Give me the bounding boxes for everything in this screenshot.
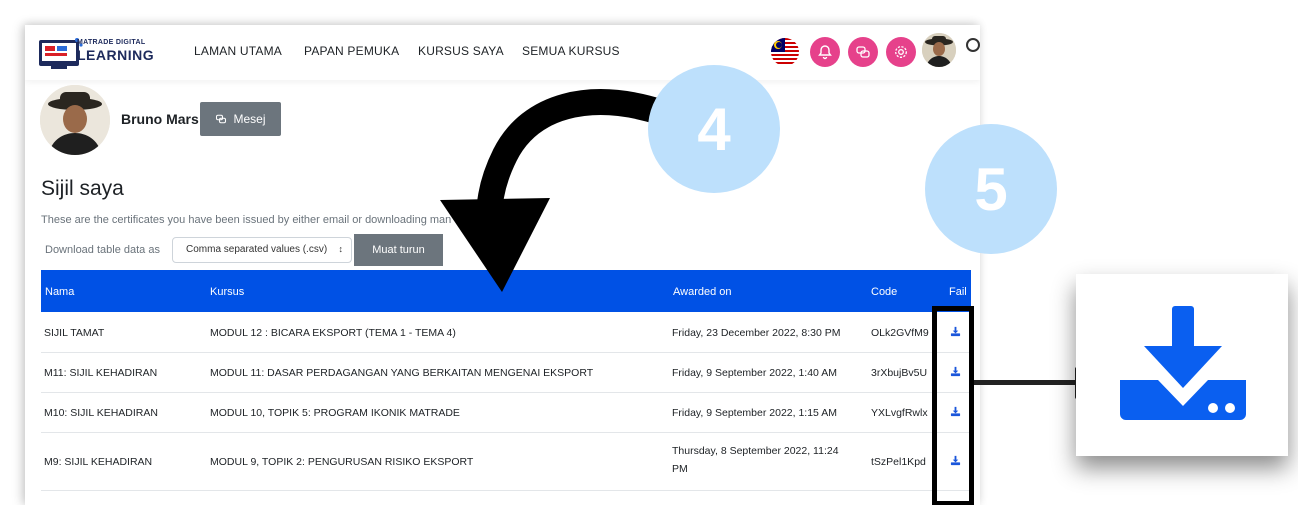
table-row: M9: SIJIL KEHADIRAN MODUL 9, TOPIK 2: PE… xyxy=(41,433,971,491)
search-icon[interactable] xyxy=(966,38,980,52)
column-header-code[interactable]: Code xyxy=(871,286,897,298)
cell-kursus[interactable]: MODUL 9, TOPIK 2: PENGURUSAN RISIKO EKSP… xyxy=(210,456,473,468)
nav-item-laman-utama[interactable]: LAMAN UTAMA xyxy=(194,44,282,58)
download-icon xyxy=(1120,306,1246,420)
column-header-awarded[interactable]: Awarded on xyxy=(673,286,732,298)
page-description: These are the certificates you have been… xyxy=(41,214,452,226)
settings-icon[interactable] xyxy=(886,37,916,67)
language-flag-icon[interactable] xyxy=(771,38,799,66)
profile-name: Bruno Mars xyxy=(121,111,199,127)
download-format-select[interactable]: Comma separated values (.csv) ↕ xyxy=(172,237,352,263)
cell-kursus[interactable]: MODUL 10, TOPIK 5: PROGRAM IKONIK MATRAD… xyxy=(210,407,460,419)
certificates-table: Nama Kursus Awarded on Code Fail SIJIL T… xyxy=(41,270,971,491)
nav-item-kursus-saya[interactable]: KURSUS SAYA xyxy=(418,44,504,58)
cell-code: OLk2GVfM9 xyxy=(871,327,929,339)
nav-item-papan-pemuka[interactable]: PAPAN PEMUKA xyxy=(304,44,399,58)
step-5-badge: 5 xyxy=(925,124,1057,254)
column-header-kursus[interactable]: Kursus xyxy=(210,286,244,298)
messages-icon[interactable] xyxy=(848,37,878,67)
profile-avatar xyxy=(40,85,110,155)
cell-awarded: Thursday, 8 September 2022, 11:24 xyxy=(672,445,839,457)
step-4-badge: 4 xyxy=(648,65,780,193)
column-header-nama[interactable]: Nama xyxy=(45,286,74,298)
cell-nama: M11: SIJIL KEHADIRAN xyxy=(44,367,158,379)
cell-code: 3rXbujBv5U xyxy=(871,367,928,379)
nav-item-semua-kursus[interactable]: SEMUA KURSUS xyxy=(522,44,620,58)
message-button[interactable]: Mesej xyxy=(200,102,281,136)
curved-arrow-icon xyxy=(440,89,673,292)
cell-awarded-wrap: PM xyxy=(672,463,688,475)
page-title: Sijil saya xyxy=(41,177,124,200)
zoomed-download-icon-card xyxy=(1076,274,1288,456)
download-label: Download table data as xyxy=(45,244,160,256)
cell-code: tSzPel1Kpd xyxy=(871,456,926,468)
cell-code: YXLvgfRwlx xyxy=(871,407,928,419)
table-row: M10: SIJIL KEHADIRAN MODUL 10, TOPIK 5: … xyxy=(41,393,971,433)
logo-wordmark: LEARNING xyxy=(77,47,155,63)
table-row: SIJIL TAMAT MODUL 12 : BICARA EKSPORT (T… xyxy=(41,312,971,353)
column-header-fail: Fail xyxy=(949,286,967,298)
cell-nama: M9: SIJIL KEHADIRAN xyxy=(44,456,153,468)
user-avatar[interactable] xyxy=(922,33,956,67)
notification-bell-icon[interactable] xyxy=(810,37,840,67)
cell-awarded: Friday, 23 December 2022, 8:30 PM xyxy=(672,327,841,339)
top-navbar: MATRADE DIGITAL LEARNING LAMAN UTAMA PAP… xyxy=(25,25,980,80)
download-column-highlight xyxy=(932,306,974,505)
logo-caption: MATRADE DIGITAL xyxy=(77,39,146,46)
cell-nama: M10: SIJIL KEHADIRAN xyxy=(44,407,158,419)
cell-kursus[interactable]: MODUL 11: DASAR PERDAGANGAN YANG BERKAIT… xyxy=(210,367,593,379)
cell-awarded: Friday, 9 September 2022, 1:15 AM xyxy=(672,407,837,419)
cell-awarded: Friday, 9 September 2022, 1:40 AM xyxy=(672,367,837,379)
select-caret-icon: ↕ xyxy=(338,244,344,254)
message-icon xyxy=(216,114,227,124)
message-button-label: Mesej xyxy=(233,112,266,126)
cell-nama: SIJIL TAMAT xyxy=(44,327,105,339)
highlight-connector-line xyxy=(974,380,1080,385)
cell-kursus[interactable]: MODUL 12 : BICARA EKSPORT (TEMA 1 - TEMA… xyxy=(210,327,456,339)
download-format-value: Comma separated values (.csv) xyxy=(186,244,328,255)
table-row: M11: SIJIL KEHADIRAN MODUL 11: DASAR PER… xyxy=(41,353,971,393)
